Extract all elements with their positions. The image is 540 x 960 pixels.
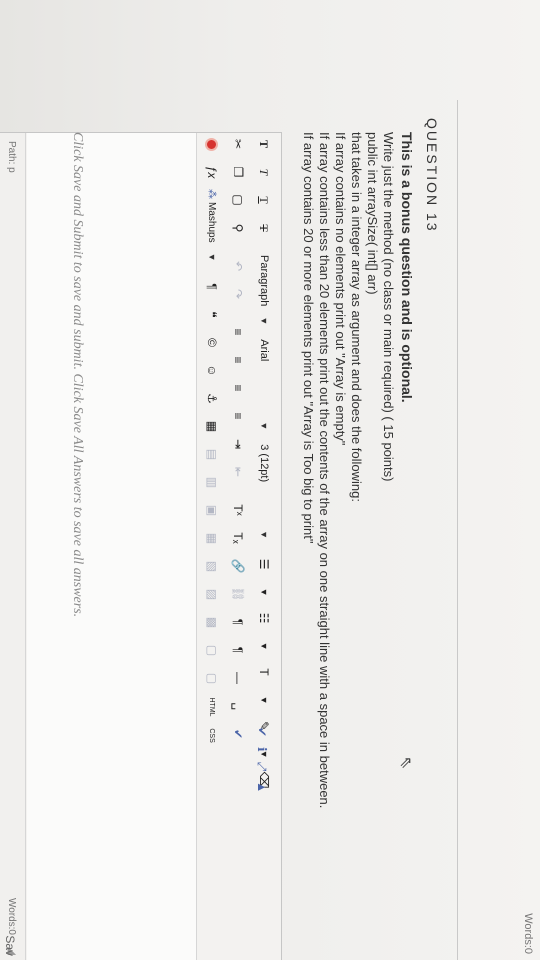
quote-icon[interactable]: ❝: [202, 304, 222, 326]
question-line-6: If array contains less than 20 elements …: [317, 132, 332, 809]
css-button[interactable]: CSS: [202, 725, 222, 747]
info-icon[interactable]: ℹ: [254, 747, 269, 752]
chevron-down-icon[interactable]: ▼: [254, 581, 274, 603]
question-line-5: If array contains no elements print out …: [333, 132, 348, 446]
subscript-icon[interactable]: Tₓ: [228, 527, 248, 549]
nonbreaking-space-icon[interactable]: ␣: [228, 695, 248, 717]
align-center-icon[interactable]: ≡: [228, 349, 248, 371]
table-icon[interactable]: ▦: [202, 416, 222, 438]
answer-editor: T T T T Paragraph ▼ Arial ▼ 3 (12pt) ▼ ☰ ▼ ☷…: [0, 132, 282, 960]
undo-icon[interactable]: ↶: [228, 255, 248, 277]
chevron-down-icon[interactable]: ▼: [254, 689, 274, 711]
horizontal-rule-icon[interactable]: —: [228, 667, 248, 689]
rotated-screen: Words:0 QUESTION 13 ⇖ This is a bonus qu…: [0, 0, 540, 960]
mashups-select[interactable]: ⁂ Mashups ▼: [207, 189, 218, 262]
superscript-icon[interactable]: Tˣ: [228, 499, 248, 521]
table-props-icon[interactable]: ▩: [202, 612, 222, 634]
save-button[interactable]: Sav: [0, 931, 20, 960]
search-icon[interactable]: ⚲: [228, 217, 248, 239]
table-remove-icon[interactable]: ▢: [202, 668, 222, 690]
ltr-paragraph-icon[interactable]: ¶: [228, 611, 248, 633]
font-size-select[interactable]: 3 (12pt) ▼: [258, 444, 270, 539]
fullscreen-icon[interactable]: ⤢: [254, 762, 269, 772]
table-col-icon[interactable]: ▥: [202, 472, 222, 494]
question-line-4: that takes in a integer array as argumen…: [349, 132, 364, 502]
link-icon[interactable]: 🔗: [228, 555, 248, 577]
editor-status-bar: Path: p Words:0 ◢: [0, 133, 26, 960]
outdent-icon[interactable]: ⇤: [228, 461, 248, 483]
underline-button[interactable]: T: [254, 189, 274, 211]
indent-icon[interactable]: ⇥: [228, 433, 248, 455]
font-family-select[interactable]: Arial ▼: [258, 339, 270, 430]
align-justify-icon[interactable]: ≡: [228, 405, 248, 427]
element-path: Path: p: [6, 141, 17, 173]
paragraph-mark-icon[interactable]: ¶: [202, 276, 222, 298]
question-line-7: If array contains 20 or more elements pr…: [301, 132, 316, 544]
bullet-list-icon[interactable]: ☰: [254, 553, 274, 575]
table-insert-icon[interactable]: ▢: [202, 640, 222, 662]
toolbar-row-1: T T T T Paragraph ▼ Arial ▼ 3 (12pt) ▼ ☰ ▼ ☷…: [253, 133, 275, 797]
emoticon-icon[interactable]: ☺: [202, 360, 222, 382]
align-left-icon[interactable]: ≡: [228, 321, 248, 343]
editor-right-tools: ✔ ℹ ⤢ ▲: [254, 717, 269, 793]
save-instructions: Click Save and Submit to save and submit…: [70, 132, 85, 618]
toolbar-row-2: ✂ ❐ ▢ ⚲ ↶ ↷ ≡ ≡ ≡ ≡ ⇥ ⇤ Tˣ Tₓ 🔗 ⛓ ¶ ¶ — …: [227, 133, 249, 751]
table-row-icon[interactable]: ▤: [202, 444, 222, 466]
mashups-icon: ⁂: [206, 189, 218, 199]
chevron-down-icon[interactable]: ▼: [254, 635, 274, 657]
paragraph-select[interactable]: Paragraph ▼: [258, 255, 270, 325]
question-title: QUESTION 13: [424, 118, 440, 233]
collapse-icon[interactable]: ▲: [254, 781, 269, 793]
anchor-icon[interactable]: ⚓: [202, 388, 222, 410]
spellcheck-dropdown-icon[interactable]: ✔: [228, 723, 248, 745]
redo-icon[interactable]: ↷: [228, 283, 248, 305]
text-color-icon[interactable]: T: [254, 661, 274, 683]
chevron-down-icon: ▼: [259, 316, 269, 326]
question-text: This is a bonus question and is optional…: [300, 132, 415, 932]
toolbar-row-3: ƒx ⁂ Mashups ▼ ¶ ❝ © ☺ ⚓ ▦ ▤ ▥ ▣ ▦ ▧ ▨ ▩ ▢…: [201, 133, 223, 753]
align-right-icon[interactable]: ≡: [228, 377, 248, 399]
previous-word-count: Words:0: [522, 913, 534, 954]
copyright-icon[interactable]: ©: [202, 332, 222, 354]
spellcheck-icon[interactable]: ✔: [254, 727, 269, 737]
numbered-list-icon[interactable]: ☷: [254, 607, 274, 629]
chevron-down-icon: ▼: [259, 530, 269, 540]
unlink-icon[interactable]: ⛓: [228, 583, 248, 605]
table-merge-icon[interactable]: ▦: [202, 528, 222, 550]
table-cell-icon[interactable]: ▣: [202, 500, 222, 522]
question-divider: [457, 100, 458, 960]
question-line-1: This is a bonus question and is optional…: [399, 132, 415, 403]
chevron-down-icon: ▼: [259, 421, 269, 431]
italic-button[interactable]: T: [254, 161, 274, 183]
paste-icon[interactable]: ▢: [228, 189, 248, 211]
strikethrough-button[interactable]: T: [254, 217, 274, 239]
table-split-icon[interactable]: ▧: [202, 556, 222, 578]
add-content-icon[interactable]: [202, 133, 222, 155]
answer-text-area[interactable]: [27, 133, 197, 960]
word-count: Words:0: [6, 897, 17, 935]
chevron-down-icon: ▼: [207, 252, 217, 262]
cut-icon[interactable]: ✂: [228, 133, 248, 155]
copy-icon[interactable]: ❐: [228, 161, 248, 183]
math-formula-icon[interactable]: ƒx: [202, 161, 222, 183]
rtl-paragraph-icon[interactable]: ¶: [228, 639, 248, 661]
html-button[interactable]: HTML: [202, 696, 222, 719]
bold-button[interactable]: T: [254, 133, 274, 155]
question-line-3: public int arraySize( int[] arr): [365, 132, 380, 295]
table-delete-icon[interactable]: ▨: [202, 584, 222, 606]
question-line-2: Write just the method (no class or main …: [381, 132, 396, 482]
